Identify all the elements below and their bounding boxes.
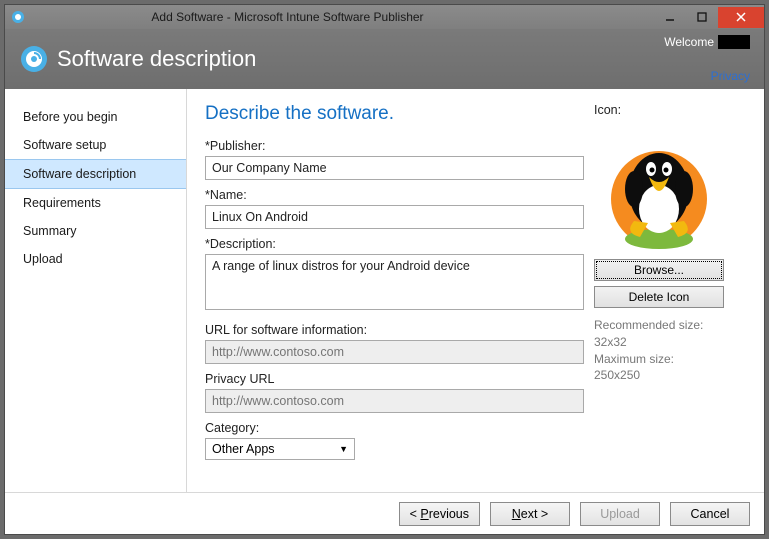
category-value: Other Apps [212,442,275,456]
description-row: Description: [205,237,584,315]
privacy-url-input[interactable] [205,389,584,413]
icon-hint: Recommended size: 32x32 Maximum size: 25… [594,317,750,384]
intune-logo-icon [21,46,47,72]
browse-button[interactable]: Browse... [594,259,724,281]
cancel-button[interactable]: Cancel [670,502,750,526]
sidebar-item-before-you-begin[interactable]: Before you begin [5,103,186,131]
wizard-sidebar: Before you begin Software setup Software… [5,89,187,492]
delete-icon-button[interactable]: Delete Icon [594,286,724,308]
hint-rec-value: 32x32 [594,335,627,349]
app-window: Add Software - Microsoft Intune Software… [4,4,765,535]
sidebar-item-software-setup[interactable]: Software setup [5,131,186,159]
name-row: Name: [205,188,584,229]
description-input[interactable] [205,254,584,310]
sidebar-item-software-description[interactable]: Software description [5,159,186,189]
url-info-input[interactable] [205,340,584,364]
privacy-url-row: Privacy URL [205,372,584,413]
name-label: Name: [205,188,584,202]
category-row: Category: Other Apps ▼ [205,421,584,460]
main-heading: Describe the software. [205,103,584,125]
previous-button[interactable]: < Previous [399,502,480,526]
page-title: Software description [57,46,256,72]
publisher-input[interactable] [205,156,584,180]
category-label: Category: [205,421,584,435]
window-buttons [654,7,764,28]
close-button[interactable] [718,7,764,28]
app-icon [11,10,25,24]
publisher-label: Publisher: [205,139,584,153]
hint-max-value: 250x250 [594,368,640,382]
tux-icon [594,121,724,251]
icon-column: Icon: [594,103,764,492]
description-label: Description: [205,237,584,251]
privacy-url-label: Privacy URL [205,372,584,386]
main-panel: Describe the software. Publisher: Name: … [187,89,764,492]
url-info-row: URL for software information: [205,323,584,364]
titlebar: Add Software - Microsoft Intune Software… [5,5,764,29]
sidebar-item-upload[interactable]: Upload [5,245,186,273]
username-redacted [718,35,750,49]
publisher-row: Publisher: [205,139,584,180]
sidebar-item-summary[interactable]: Summary [5,217,186,245]
page-header: Software description Welcome Privacy [5,29,764,89]
name-input[interactable] [205,205,584,229]
footer: < Previous Next > Upload Cancel [5,492,764,534]
body: Before you begin Software setup Software… [5,89,764,492]
welcome-label: Welcome [664,35,750,49]
upload-button: Upload [580,502,660,526]
maximize-button[interactable] [686,7,718,28]
privacy-link[interactable]: Privacy [711,69,750,83]
chevron-down-icon: ▼ [339,444,348,454]
form-column: Describe the software. Publisher: Name: … [205,103,594,492]
icon-label: Icon: [594,103,750,117]
minimize-button[interactable] [654,7,686,28]
url-info-label: URL for software information: [205,323,584,337]
icon-preview [594,121,724,251]
window-title: Add Software - Microsoft Intune Software… [31,10,654,24]
hint-max-label: Maximum size: [594,352,674,366]
category-select[interactable]: Other Apps ▼ [205,438,355,460]
sidebar-item-requirements[interactable]: Requirements [5,189,186,217]
hint-rec-label: Recommended size: [594,318,703,332]
next-button[interactable]: Next > [490,502,570,526]
welcome-text: Welcome [664,35,714,49]
